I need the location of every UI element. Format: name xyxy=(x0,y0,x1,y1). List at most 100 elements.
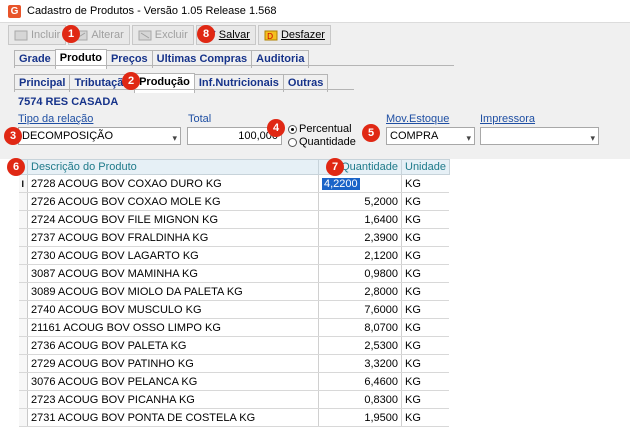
grid-body: I 2728 ACOUG BOV COXAO DURO KG 4,2200 KG 272… xyxy=(18,174,450,427)
table-row[interactable]: 2724 ACOUG BOV FILE MIGNON KG 1,6400 KG xyxy=(18,210,450,229)
cell-unidade[interactable]: KG xyxy=(401,318,450,337)
cell-quantidade[interactable]: 6,4600 xyxy=(318,372,402,391)
total-label: Total xyxy=(188,113,212,125)
tipo-relacao-label: Tipo da relação xyxy=(18,113,94,125)
cell-descricao[interactable]: 2740 ACOUG BOV MUSCULO KG xyxy=(27,300,319,319)
radio-quantidade[interactable]: Quantidade xyxy=(288,136,356,148)
cell-descricao[interactable]: 2737 ACOUG BOV FRALDINHA KG xyxy=(27,228,319,247)
table-row[interactable]: 2740 ACOUG BOV MUSCULO KG 7,6000 KG xyxy=(18,300,450,319)
cell-quantidade[interactable]: 7,6000 xyxy=(318,300,402,319)
row-indicator[interactable] xyxy=(18,408,28,427)
title-bar: G Cadastro de Produtos - Versão 1.05 Rel… xyxy=(0,0,630,23)
cell-unidade[interactable]: KG xyxy=(401,390,450,409)
cell-quantidade[interactable]: 2,8000 xyxy=(318,282,402,301)
col-unidade-header[interactable]: Unidade xyxy=(401,159,450,175)
desfazer-label: Desfazer xyxy=(280,29,325,41)
row-indicator[interactable] xyxy=(18,318,28,337)
cell-unidade[interactable]: KG xyxy=(401,174,450,193)
radio-quantidade-label: Quantidade xyxy=(299,136,356,148)
row-indicator[interactable] xyxy=(18,210,28,229)
selected-quantity-text[interactable]: 4,2200 xyxy=(322,177,360,190)
excluir-label: Excluir xyxy=(154,29,188,41)
cell-descricao[interactable]: 21161 ACOUG BOV OSSO LIMPO KG xyxy=(27,318,319,337)
cell-descricao[interactable]: 2736 ACOUG BOV PALETA KG xyxy=(27,336,319,355)
table-row[interactable]: 2726 ACOUG BOV COXAO MOLE KG 5,2000 KG xyxy=(18,192,450,211)
desfazer-button[interactable]: D Desfazer xyxy=(257,25,331,45)
cell-quantidade[interactable]: 3,3200 xyxy=(318,354,402,373)
table-row[interactable]: 21161 ACOUG BOV OSSO LIMPO KG 8,0700 KG xyxy=(18,318,450,337)
row-indicator[interactable] xyxy=(18,390,28,409)
annotation-badge-1: 1 xyxy=(62,25,80,43)
tipo-relacao-value: DECOMPOSIÇÃO xyxy=(22,130,114,142)
cell-unidade[interactable]: KG xyxy=(401,192,450,211)
cell-unidade[interactable]: KG xyxy=(401,336,450,355)
cell-quantidade[interactable]: 2,5300 xyxy=(318,336,402,355)
toolbar: Incluir Alterar Excluir Salvar D Desfaze… xyxy=(8,25,331,45)
table-row[interactable]: 3087 ACOUG BOV MAMINHA KG 0,9800 KG xyxy=(18,264,450,283)
cell-unidade[interactable]: KG xyxy=(401,264,450,283)
radio-percentual[interactable]: Percentual xyxy=(288,123,352,135)
table-row[interactable]: 2723 ACOUG BOV PICANHA KG 0,8300 KG xyxy=(18,390,450,409)
table-row[interactable]: 3089 ACOUG BOV MIOLO DA PALETA KG 2,8000 K… xyxy=(18,282,450,301)
table-row[interactable]: 2730 ACOUG BOV LAGARTO KG 2,1200 KG xyxy=(18,246,450,265)
cell-unidade[interactable]: KG xyxy=(401,354,450,373)
annotation-badge-4: 4 xyxy=(267,119,285,137)
cell-quantidade[interactable]: 4,2200 xyxy=(318,174,402,193)
cell-descricao[interactable]: 2723 ACOUG BOV PICANHA KG xyxy=(27,390,319,409)
annotation-badge-6: 6 xyxy=(7,158,25,176)
cell-unidade[interactable]: KG xyxy=(401,228,450,247)
cell-descricao[interactable]: 3087 ACOUG BOV MAMINHA KG xyxy=(27,264,319,283)
cell-descricao[interactable]: 2726 ACOUG BOV COXAO MOLE KG xyxy=(27,192,319,211)
row-indicator[interactable] xyxy=(18,300,28,319)
cell-unidade[interactable]: KG xyxy=(401,408,450,427)
radio-unselected-icon xyxy=(288,137,297,147)
cell-quantidade[interactable]: 0,8300 xyxy=(318,390,402,409)
incluir-button[interactable]: Incluir xyxy=(8,25,67,45)
row-indicator[interactable] xyxy=(18,246,28,265)
cell-unidade[interactable]: KG xyxy=(401,300,450,319)
main-tab-divider xyxy=(14,65,454,66)
excluir-button[interactable]: Excluir xyxy=(131,25,194,45)
cell-descricao[interactable]: 2730 ACOUG BOV LAGARTO KG xyxy=(27,246,319,265)
row-indicator[interactable] xyxy=(18,336,28,355)
cell-unidade[interactable]: KG xyxy=(401,372,450,391)
cell-descricao[interactable]: 2729 ACOUG BOV PATINHO KG xyxy=(27,354,319,373)
sub-tab-divider xyxy=(14,89,354,90)
table-row[interactable]: 2737 ACOUG BOV FRALDINHA KG 2,3900 KG xyxy=(18,228,450,247)
cell-descricao[interactable]: 3089 ACOUG BOV MIOLO DA PALETA KG xyxy=(27,282,319,301)
table-row[interactable]: I 2728 ACOUG BOV COXAO DURO KG 4,2200 KG xyxy=(18,174,450,193)
row-indicator[interactable] xyxy=(18,282,28,301)
cell-quantidade[interactable]: 1,6400 xyxy=(318,210,402,229)
col-descricao-header[interactable]: Descrição do Produto xyxy=(27,159,319,175)
tab-produto[interactable]: Produto xyxy=(54,49,107,69)
cell-descricao[interactable]: 2731 ACOUG BOV PONTA DE COSTELA KG xyxy=(27,408,319,427)
table-row[interactable]: 3076 ACOUG BOV PELANCA KG 6,4600 KG xyxy=(18,372,450,391)
cell-quantidade[interactable]: 2,3900 xyxy=(318,228,402,247)
row-indicator[interactable] xyxy=(18,228,28,247)
cell-quantidade[interactable]: 1,9500 xyxy=(318,408,402,427)
table-row[interactable]: 2736 ACOUG BOV PALETA KG 2,5300 KG xyxy=(18,336,450,355)
tab-producao[interactable]: Produção xyxy=(134,73,195,93)
cell-unidade[interactable]: KG xyxy=(401,246,450,265)
cell-quantidade[interactable]: 5,2000 xyxy=(318,192,402,211)
cell-unidade[interactable]: KG xyxy=(401,282,450,301)
cell-quantidade[interactable]: 0,9800 xyxy=(318,264,402,283)
cell-quantidade[interactable]: 2,1200 xyxy=(318,246,402,265)
impressora-label: Impressora xyxy=(480,113,536,125)
cell-unidade[interactable]: KG xyxy=(401,210,450,229)
mov-estoque-select[interactable]: COMPRA ▾ xyxy=(386,127,475,145)
cell-descricao[interactable]: 2728 ACOUG BOV COXAO DURO KG xyxy=(27,174,319,193)
chevron-down-icon: ▾ xyxy=(466,133,471,143)
table-row[interactable]: 2729 ACOUG BOV PATINHO KG 3,3200 KG xyxy=(18,354,450,373)
tipo-relacao-select[interactable]: DECOMPOSIÇÃO ▾ xyxy=(18,127,181,145)
cell-descricao[interactable]: 2724 ACOUG BOV FILE MIGNON KG xyxy=(27,210,319,229)
row-indicator[interactable] xyxy=(18,354,28,373)
row-indicator[interactable] xyxy=(18,372,28,391)
cell-descricao[interactable]: 3076 ACOUG BOV PELANCA KG xyxy=(27,372,319,391)
row-indicator[interactable] xyxy=(18,192,28,211)
row-indicator[interactable]: I xyxy=(18,174,28,193)
table-row[interactable]: 2731 ACOUG BOV PONTA DE COSTELA KG 1,9500… xyxy=(18,408,450,427)
cell-quantidade[interactable]: 8,0700 xyxy=(318,318,402,337)
row-indicator[interactable] xyxy=(18,264,28,283)
impressora-select[interactable]: ▾ xyxy=(480,127,599,145)
